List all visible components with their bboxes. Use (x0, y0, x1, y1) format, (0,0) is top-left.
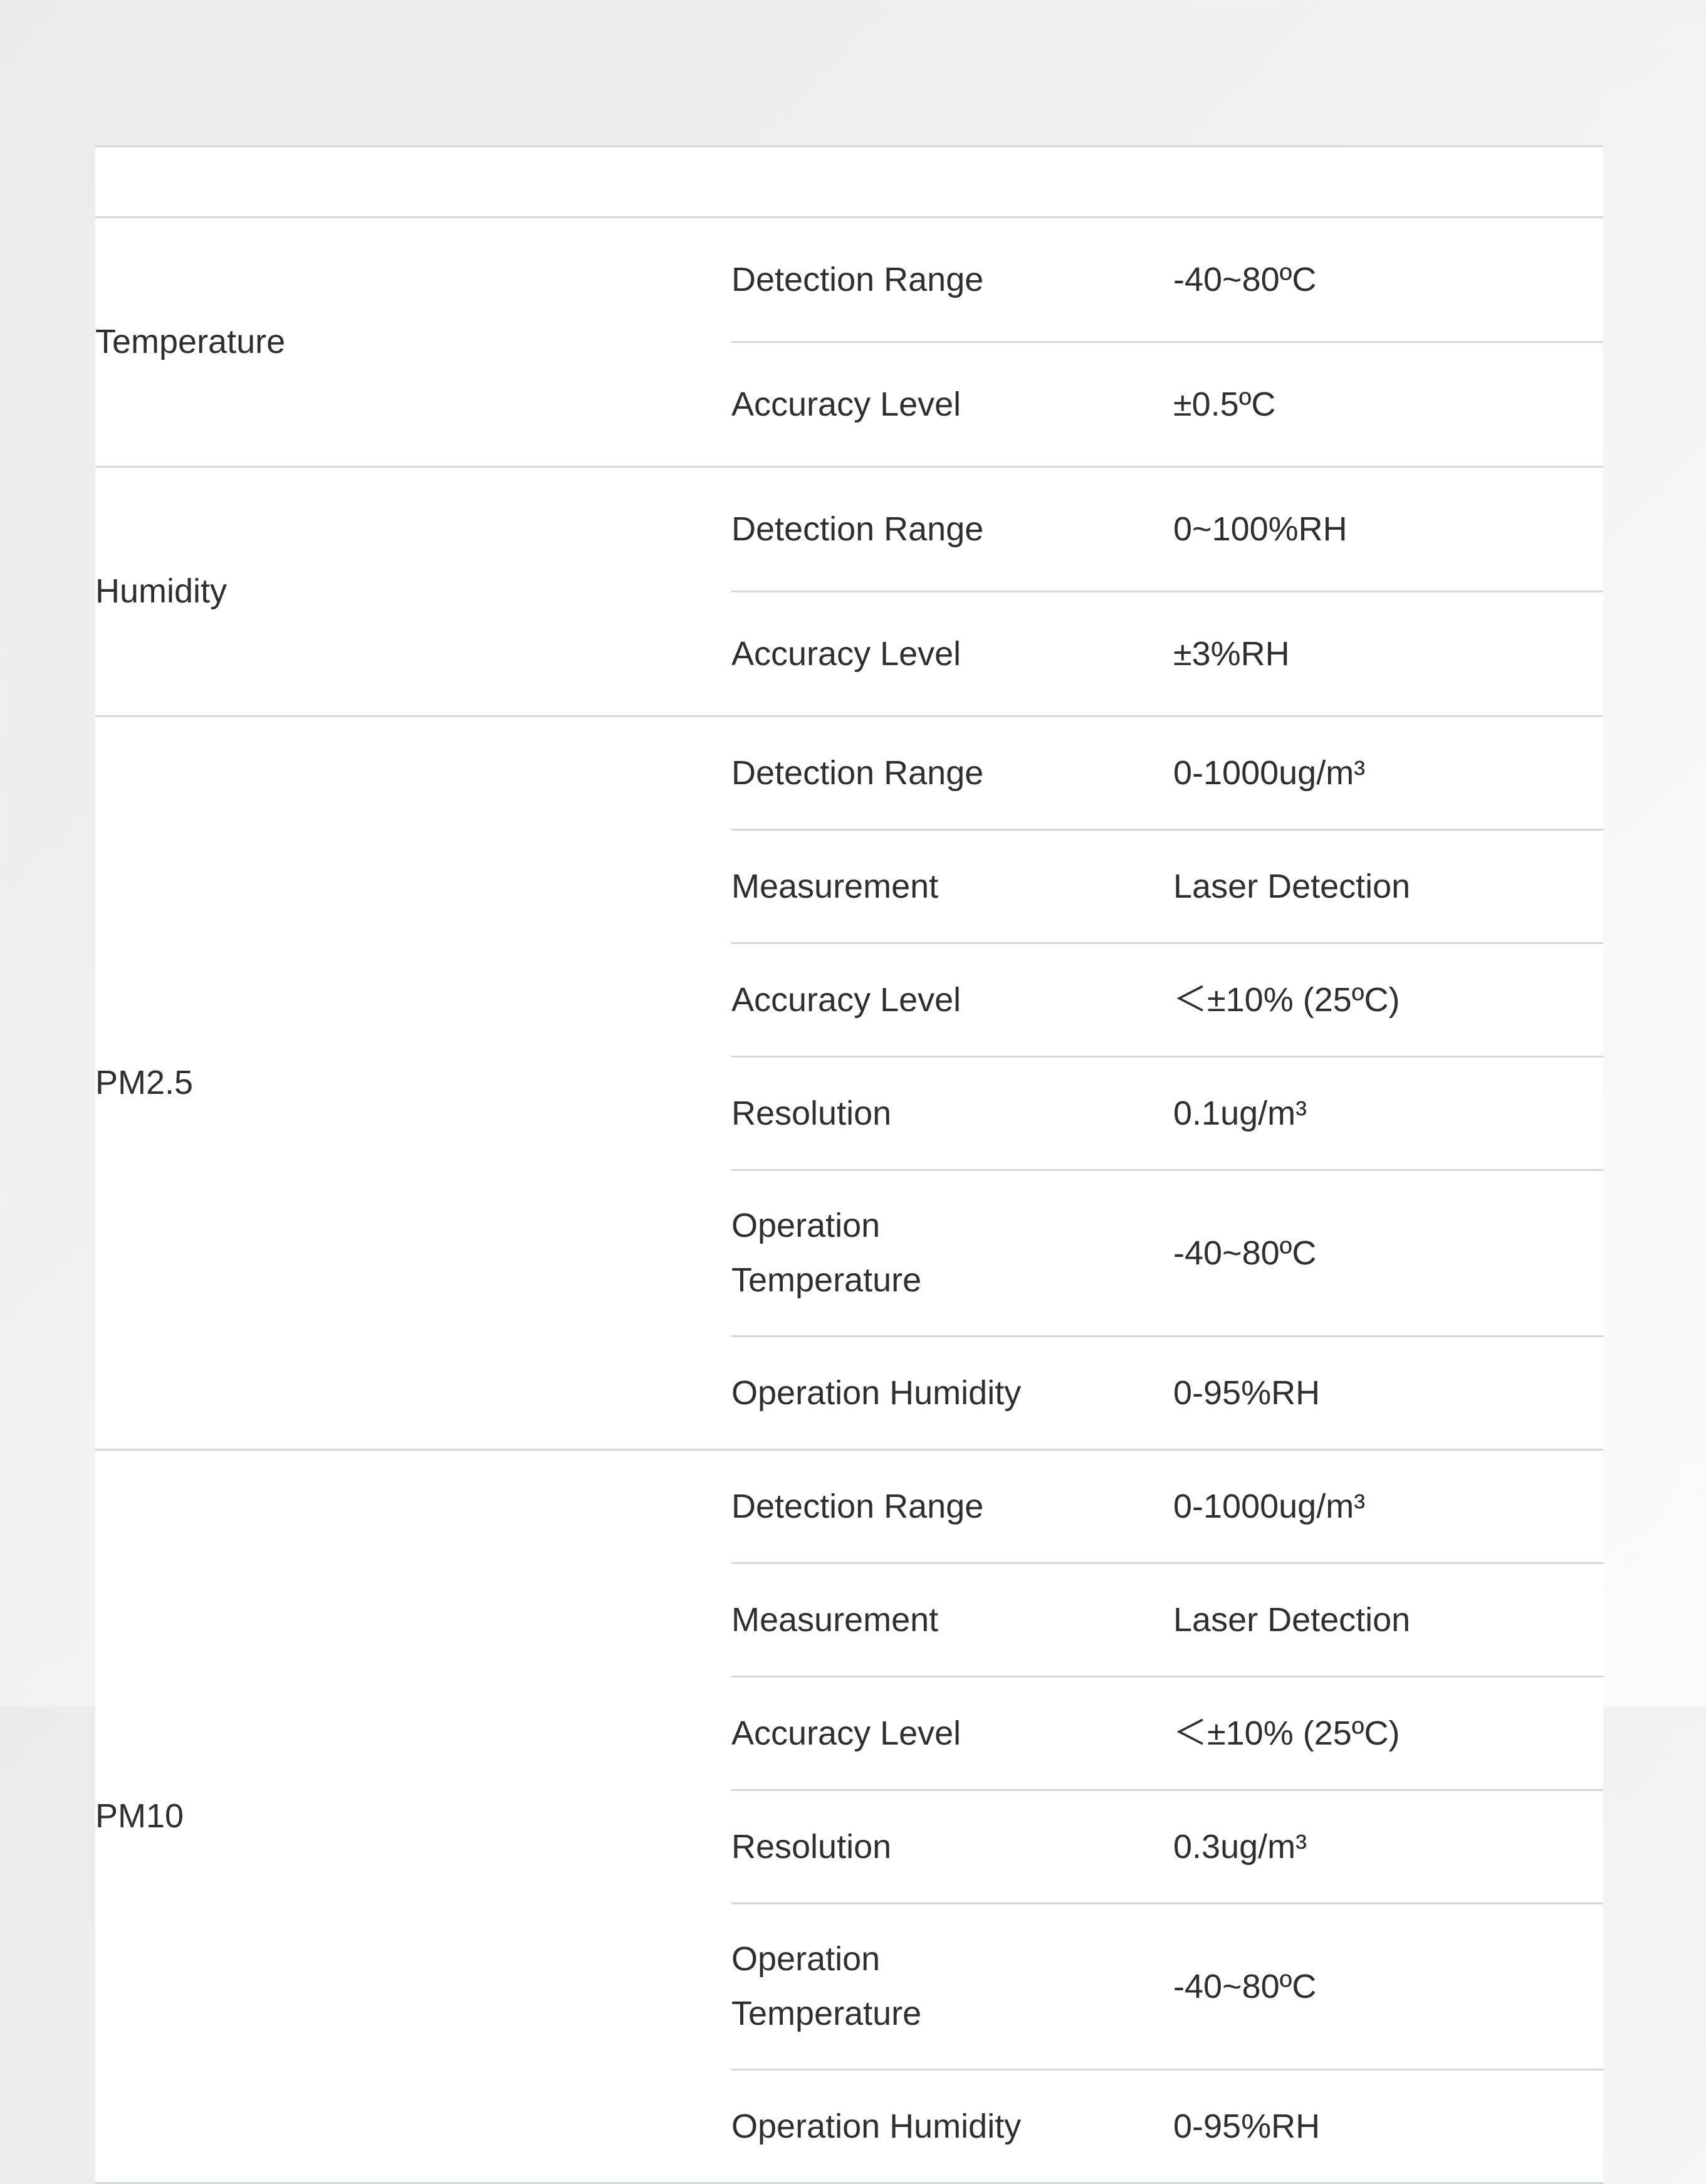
param-label: Measurement (731, 867, 939, 905)
param-value: 0-1000ug/m³ (1173, 1449, 1604, 1564)
param-label: Accuracy Level (731, 385, 961, 423)
group-label-text: Humidity (95, 572, 228, 611)
value-text: -40~80ºC (1173, 260, 1317, 298)
param-label-line1: Operation (731, 1206, 881, 1244)
param-label: Measurement (731, 1600, 939, 1639)
param-value: 0-95%RH (1173, 2069, 1604, 2184)
table-row: Temperature Detection Range -40~80ºC (95, 216, 1604, 468)
param-label-line2: Temperature (731, 1261, 922, 1299)
param-value: 0-95%RH (1173, 1335, 1604, 1451)
param-name: Detection Range (731, 216, 1173, 343)
param-name: Operation Temperature (731, 1169, 1173, 1337)
table-row: PM10 Detection Range 0-1000ug/m³ (95, 1449, 1604, 2184)
value-text: -40~80ºC (1173, 1234, 1317, 1272)
value-text: 0-95%RH (1173, 2107, 1321, 2145)
spec-sheet-page: ES104 Inspection Parameter Temperature D… (0, 0, 1706, 2184)
param-name: Detection Range (731, 466, 1173, 592)
table-header-cell: ES104 Inspection Parameter (95, 145, 1604, 218)
value-text: 0-1000ug/m³ (1173, 1487, 1366, 1525)
param-name: Accuracy Level (731, 591, 1173, 717)
param-label: Accuracy Level (731, 980, 961, 1019)
value-text: 0.3ug/m³ (1173, 1827, 1307, 1866)
group-label-text: Temperature (95, 323, 286, 361)
param-name: Resolution (731, 1056, 1173, 1171)
param-value: ±0.5ºC (1173, 341, 1604, 468)
param-label: Operation Humidity (731, 2107, 1022, 2145)
value-text: 0-1000ug/m³ (1173, 753, 1366, 792)
value-text: Laser Detection (1173, 867, 1411, 905)
param-name: Accuracy Level (731, 942, 1173, 1058)
param-label: Detection Range (731, 260, 984, 298)
group-label-temperature: Temperature (95, 216, 731, 468)
param-name: Operation Humidity (731, 1335, 1173, 1451)
param-name: Accuracy Level (731, 341, 1173, 468)
param-label: Accuracy Level (731, 1714, 961, 1752)
table-row: Humidity Detection Range 0~100%RH (95, 466, 1604, 717)
table-row: PM2.5 Detection Range 0-1000ug/m³ (95, 715, 1604, 1451)
param-label: Operation Humidity (731, 1373, 1022, 1412)
param-name: Resolution (731, 1789, 1173, 1904)
param-name: Operation Humidity (731, 2069, 1173, 2184)
param-label: Detection Range (731, 753, 984, 792)
param-label: Detection Range (731, 510, 984, 548)
param-label: Resolution (731, 1827, 892, 1866)
param-value: Laser Detection (1173, 1562, 1604, 1677)
param-name: Accuracy Level (731, 1676, 1173, 1791)
param-value: 0.1ug/m³ (1173, 1056, 1604, 1171)
table-title: ES104 Inspection Parameter (131, 160, 629, 202)
table-header-row: ES104 Inspection Parameter (95, 145, 1604, 218)
value-text: -40~80ºC (1173, 1967, 1317, 2005)
param-name: Operation Temperature (731, 1903, 1173, 2071)
group-label-text: PM10 (95, 1797, 184, 1835)
param-name: Detection Range (731, 715, 1173, 831)
group-label-humidity: Humidity (95, 466, 731, 717)
param-label: Accuracy Level (731, 634, 961, 673)
param-value: -40~80ºC (1173, 216, 1604, 343)
param-name: Detection Range (731, 1449, 1173, 1564)
param-value: 0-1000ug/m³ (1173, 715, 1604, 831)
group-label-pm25: PM2.5 (95, 715, 731, 1451)
param-label-line2: Temperature (731, 1995, 922, 2032)
param-label: Resolution (731, 1094, 892, 1132)
param-value: ±3%RH (1173, 591, 1604, 717)
value-text: ＜±10% (25ºC) (1173, 980, 1400, 1019)
param-label: Detection Range (731, 1487, 984, 1525)
param-value: 0.3ug/m³ (1173, 1789, 1604, 1904)
value-text: ±0.5ºC (1173, 385, 1276, 423)
value-text: ±3%RH (1173, 634, 1290, 673)
param-name: Measurement (731, 829, 1173, 944)
group-label-pm10: PM10 (95, 1449, 731, 2184)
value-text: 0.1ug/m³ (1173, 1094, 1307, 1132)
value-text: Laser Detection (1173, 1600, 1411, 1639)
value-text: 0-95%RH (1173, 1373, 1321, 1412)
group-label-text: PM2.5 (95, 1064, 194, 1102)
param-value: 0~100%RH (1173, 466, 1604, 592)
param-label-line1: Operation (731, 1940, 881, 1978)
table-header-bar: ES104 Inspection Parameter (95, 147, 1603, 216)
value-text: ＜±10% (25ºC) (1173, 1714, 1400, 1752)
param-value: -40~80ºC (1173, 1903, 1604, 2071)
param-name: Measurement (731, 1562, 1173, 1677)
param-value: -40~80ºC (1173, 1169, 1604, 1337)
value-text: 0~100%RH (1173, 510, 1348, 548)
param-value: ＜±10% (25ºC) (1173, 1676, 1604, 1791)
param-value: Laser Detection (1173, 829, 1604, 944)
inspection-parameter-table: ES104 Inspection Parameter Temperature D… (95, 145, 1604, 2184)
param-value: ＜±10% (25ºC) (1173, 942, 1604, 1058)
